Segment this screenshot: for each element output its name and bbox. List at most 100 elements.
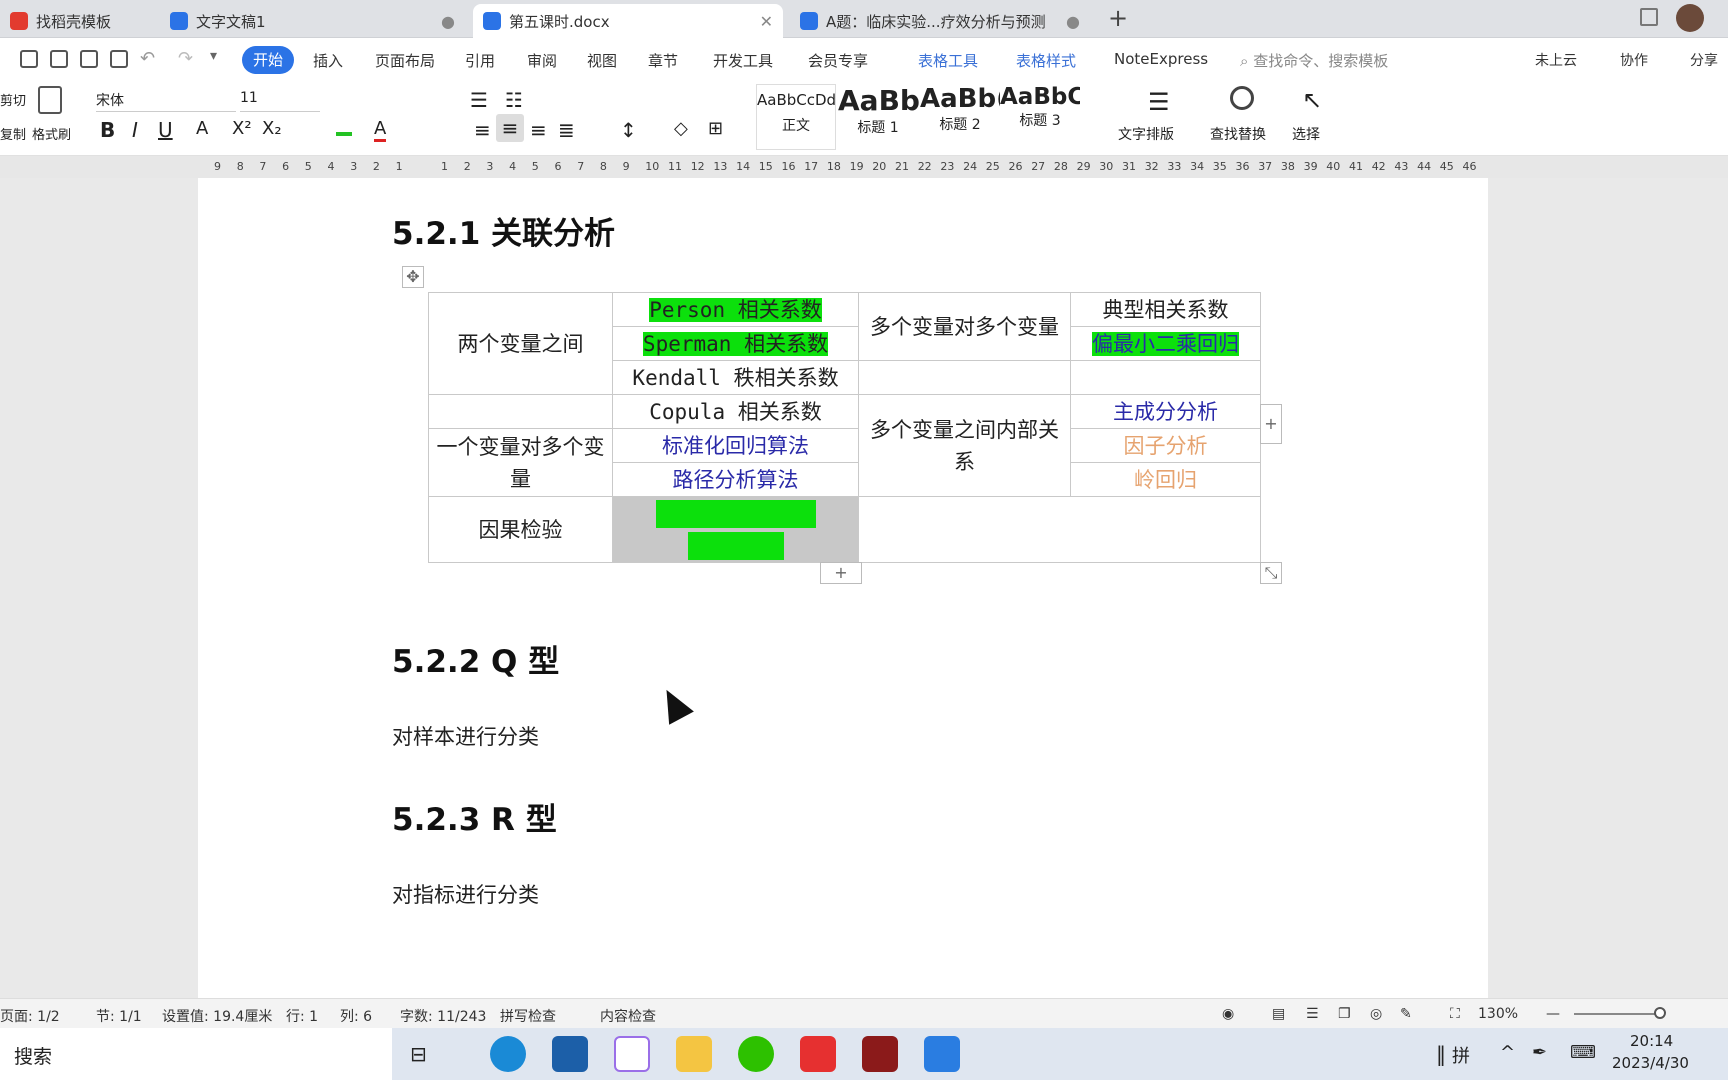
table-cell[interactable] [428,394,613,429]
tab-noteexpress[interactable]: NoteExpress [1114,50,1208,68]
chevron-down-icon[interactable]: ▾ [210,48,217,64]
font-family-select[interactable]: 宋体 [96,90,236,112]
add-column-button[interactable]: + [1260,404,1282,444]
tab-devtools[interactable]: 开发工具 [713,50,773,71]
print-icon[interactable] [80,50,98,68]
table-cell[interactable]: 多个变量之间内部关系 [858,394,1071,497]
border-icon[interactable]: ⊞ [708,118,723,139]
tab-start[interactable]: 开始 [242,46,294,74]
text-layout-button[interactable]: 文字排版 [1118,124,1174,144]
select-button[interactable]: 选择 [1292,124,1320,144]
tab-review[interactable]: 审阅 [527,50,557,71]
table-cell[interactable]: 两个变量之间 [428,292,613,395]
cut-button[interactable]: 剪切 [0,90,26,109]
tab-table-tools[interactable]: 表格工具 [918,50,978,71]
find-replace-button[interactable]: 查找替换 [1210,124,1266,144]
table-cell[interactable] [1070,360,1261,395]
line-spacing-icon[interactable]: ↕ [620,118,637,142]
table-cell[interactable]: 路径分析算法 [612,462,859,497]
tab-daoke[interactable]: 找稻壳模板 [0,4,160,38]
align-left-icon[interactable]: ≡ [474,118,491,142]
justify-icon[interactable]: ≣ [558,118,575,142]
table-cell[interactable] [858,360,1071,395]
cloud-status[interactable]: 未上云 [1535,50,1577,70]
avatar[interactable] [1676,4,1704,32]
table-cell[interactable]: Kendall 秩相关系数 [612,360,859,395]
strikethrough-icon[interactable]: A [196,118,208,139]
font-size-select[interactable]: 11 [240,90,320,112]
export-icon[interactable] [50,50,68,68]
chevron-up-icon[interactable]: ^ [1500,1042,1515,1063]
tab-vip[interactable]: 会员专享 [808,50,868,71]
zoom-out-icon[interactable]: — [1546,1006,1560,1022]
tab-insert[interactable]: 插入 [313,50,343,71]
store-icon[interactable] [552,1036,588,1072]
table-cell[interactable]: Copula 相关系数 [612,394,859,429]
table-move-handle[interactable]: ✥ [402,266,424,288]
tab-view[interactable]: 视图 [587,50,617,71]
style-normal[interactable]: AaBbCcDd 正文 [756,84,836,150]
style-heading1[interactable]: AaBb 标题 1 [838,84,920,150]
table-cell[interactable]: 主成分分析 [1070,394,1261,429]
preview-icon[interactable] [110,50,128,68]
zoom-level[interactable]: 130% [1478,1006,1518,1022]
tab-active-doc[interactable]: 第五课时.docx ✕ [473,4,783,38]
word-count[interactable]: 字数: 11/243 [400,1006,486,1026]
tab-doc1[interactable]: 文字文稿1 ● [160,4,465,38]
bold-icon[interactable]: B [100,118,115,142]
table-cell-selected[interactable] [612,496,859,563]
folder-icon[interactable] [676,1036,712,1072]
subscript-icon[interactable]: X₂ [262,118,282,139]
content-check[interactable]: 内容检查 [600,1006,656,1026]
ime-indicator[interactable]: 拼 [1452,1042,1470,1068]
grid-icon[interactable] [1640,8,1658,26]
table-cell[interactable]: 典型相关系数 [1070,292,1261,327]
redo-icon[interactable]: ↷ [178,48,193,69]
add-row-button[interactable]: + [820,562,862,584]
copy-button[interactable]: 复制 [0,124,26,143]
tab-layout[interactable]: 页面布局 [375,50,435,71]
zoom-slider[interactable] [1574,1013,1664,1015]
new-tab-button[interactable]: + [1108,4,1128,32]
outline-view-icon[interactable]: ☰ [1306,1006,1319,1022]
highlight-icon[interactable] [336,118,352,136]
style-heading3[interactable]: AaBbC 标题 3 [1000,84,1080,150]
table-cell[interactable] [858,496,1261,563]
table-cell[interactable]: Sperman 相关系数 [612,326,859,361]
table-cell[interactable]: 标准化回归算法 [612,428,859,463]
table-cell[interactable]: 多个变量对多个变量 [858,292,1071,361]
close-icon[interactable]: ✕ [760,12,773,31]
resize-table-handle[interactable]: ⤡ [1260,562,1282,584]
pen-icon[interactable]: ✒ [1532,1042,1547,1063]
tab-references[interactable]: 引用 [465,50,495,71]
superscript-icon[interactable]: X² [232,118,252,139]
taskbar-search[interactable]: 搜索 [0,1028,392,1080]
undo-icon[interactable]: ↶ [140,48,155,69]
read-view-icon[interactable]: ❐ [1338,1006,1351,1022]
tab-a-topic[interactable]: A题：临床实验...疗效分析与预测 ● [790,4,1090,38]
spell-check[interactable]: 拼写检查 [500,1006,556,1026]
style-heading2[interactable]: AaBb( 标题 2 [920,84,1000,150]
save-icon[interactable] [20,50,38,68]
bullet-list-icon[interactable]: ☰ [470,88,488,112]
winrar-icon[interactable] [862,1036,898,1072]
align-center-icon[interactable]: ≡ [496,114,524,142]
table-cell[interactable]: Person 相关系数 [612,292,859,327]
share-button[interactable]: 分享 [1690,50,1718,70]
table-cell[interactable]: 一个变量对多个变量 [428,428,613,497]
shading-icon[interactable]: ◇ [674,118,688,139]
web-view-icon[interactable]: ◎ [1370,1006,1382,1022]
document-area[interactable]: 5.2.1 关联分析 ✥ 两个变量之间 Person 相关系数 多个变量对多个变… [0,178,1728,998]
underline-icon[interactable]: U [158,118,173,142]
font-color-icon[interactable]: A [374,118,387,142]
table-cell[interactable]: 因子分析 [1070,428,1261,463]
keyboard-icon[interactable]: ⌨ [1570,1042,1596,1063]
pen-icon[interactable]: ✎ [1400,1006,1412,1022]
table-cell[interactable]: 岭回归 [1070,462,1261,497]
zoom-thumb[interactable] [1654,1007,1666,1019]
video-app-icon[interactable] [924,1036,960,1072]
fit-page-icon[interactable]: ⛶ [1450,1006,1460,1022]
horizontal-ruler[interactable]: 9 8 7 6 5 4 3 2 1 1 2 3 4 5 6 7 8 9 10 11 12 13 14 15 16 17 18 19 20… [0,156,1728,178]
collab-button[interactable]: 协作 [1620,50,1648,70]
italic-icon[interactable]: I [132,118,138,142]
